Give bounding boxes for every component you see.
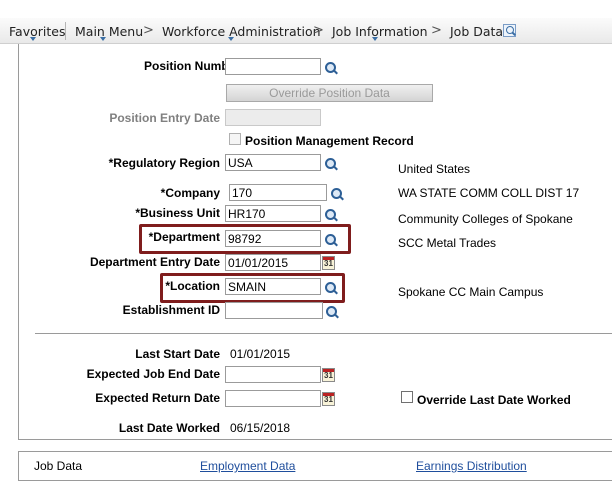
search-icon[interactable] — [324, 61, 338, 75]
override-position-data-button[interactable]: Override Position Data — [226, 84, 433, 102]
search-icon[interactable] — [325, 305, 339, 319]
breadcrumb-separator: > — [313, 23, 324, 38]
chevron-down-icon — [372, 37, 378, 41]
expected-job-end-date-label: Expected Job End Date — [86, 367, 220, 381]
search-page-icon[interactable] — [503, 24, 516, 37]
business-unit-input[interactable] — [225, 205, 321, 222]
breadcrumb-job-information[interactable]: Job Information — [332, 24, 428, 39]
breadcrumb: Favorites Main Menu > Workforce Administ… — [0, 18, 612, 44]
company-input[interactable] — [229, 184, 327, 201]
breadcrumb-job-data[interactable]: Job Data — [450, 24, 503, 39]
last-date-worked-value: 06/15/2018 — [230, 421, 291, 435]
position-entry-date-input — [225, 109, 321, 126]
position-number-input[interactable] — [225, 58, 321, 75]
tab-employment-data[interactable]: Employment Data — [200, 459, 295, 473]
page-tab-bar: Job Data Employment Data Earnings Distri… — [18, 451, 612, 481]
chevron-down-icon — [228, 37, 234, 41]
calendar-icon[interactable]: 31 — [322, 256, 335, 270]
regulatory-region-description: United States — [398, 162, 471, 176]
establishment-id-input[interactable] — [225, 302, 323, 319]
department-entry-date-label: Department Entry Date — [89, 255, 220, 269]
department-label: *Department — [148, 230, 220, 244]
search-icon[interactable] — [330, 187, 344, 201]
override-last-date-worked-label: Override Last Date Worked — [417, 393, 571, 407]
calendar-icon[interactable]: 31 — [322, 392, 335, 406]
position-management-record-label: Position Management Record — [245, 134, 414, 148]
regulatory-region-label: *Regulatory Region — [108, 156, 220, 170]
breadcrumb-main-menu[interactable]: Main Menu — [75, 24, 143, 39]
business-unit-description: Community Colleges of Spokane — [398, 212, 573, 226]
business-unit-label: *Business Unit — [135, 206, 220, 220]
last-start-date-label: Last Start Date — [135, 347, 220, 361]
regulatory-region-input[interactable] — [225, 154, 321, 171]
department-description: SCC Metal Trades — [398, 236, 497, 250]
department-input[interactable] — [225, 230, 321, 247]
location-label: *Location — [165, 279, 220, 293]
chevron-down-icon — [30, 37, 36, 41]
company-description: WA STATE COMM COLL DIST 17 — [398, 186, 580, 200]
divider — [65, 22, 66, 40]
section-divider — [35, 333, 612, 334]
department-entry-date-input[interactable] — [225, 254, 321, 271]
breadcrumb-workforce-administration[interactable]: Workforce Administration — [162, 24, 321, 39]
job-data-panel: Position Number Override Position Data P… — [18, 44, 612, 440]
last-start-date-value: 01/01/2015 — [230, 347, 291, 361]
breadcrumb-favorites[interactable]: Favorites — [9, 24, 65, 39]
search-icon[interactable] — [324, 233, 338, 247]
expected-return-date-input[interactable] — [225, 390, 321, 407]
chevron-down-icon — [100, 37, 106, 41]
position-management-record-checkbox — [229, 133, 241, 145]
location-description: Spokane CC Main Campus — [398, 285, 544, 299]
expected-job-end-date-input[interactable] — [225, 366, 321, 383]
breadcrumb-separator: > — [431, 23, 442, 38]
tab-job-data: Job Data — [34, 459, 83, 473]
calendar-icon[interactable]: 31 — [322, 368, 335, 382]
override-last-date-worked-checkbox[interactable] — [401, 391, 413, 403]
tab-earnings-distribution[interactable]: Earnings Distribution — [416, 459, 527, 473]
breadcrumb-separator: > — [143, 23, 154, 38]
search-icon[interactable] — [324, 157, 338, 171]
expected-return-date-label: Expected Return Date — [95, 391, 220, 405]
search-icon[interactable] — [324, 281, 338, 295]
establishment-id-label: Establishment ID — [122, 303, 220, 317]
last-date-worked-label: Last Date Worked — [118, 421, 220, 435]
company-label: *Company — [160, 186, 220, 200]
position-entry-date-label: Position Entry Date — [109, 111, 220, 125]
search-icon[interactable] — [324, 208, 338, 222]
location-input[interactable] — [225, 278, 321, 295]
